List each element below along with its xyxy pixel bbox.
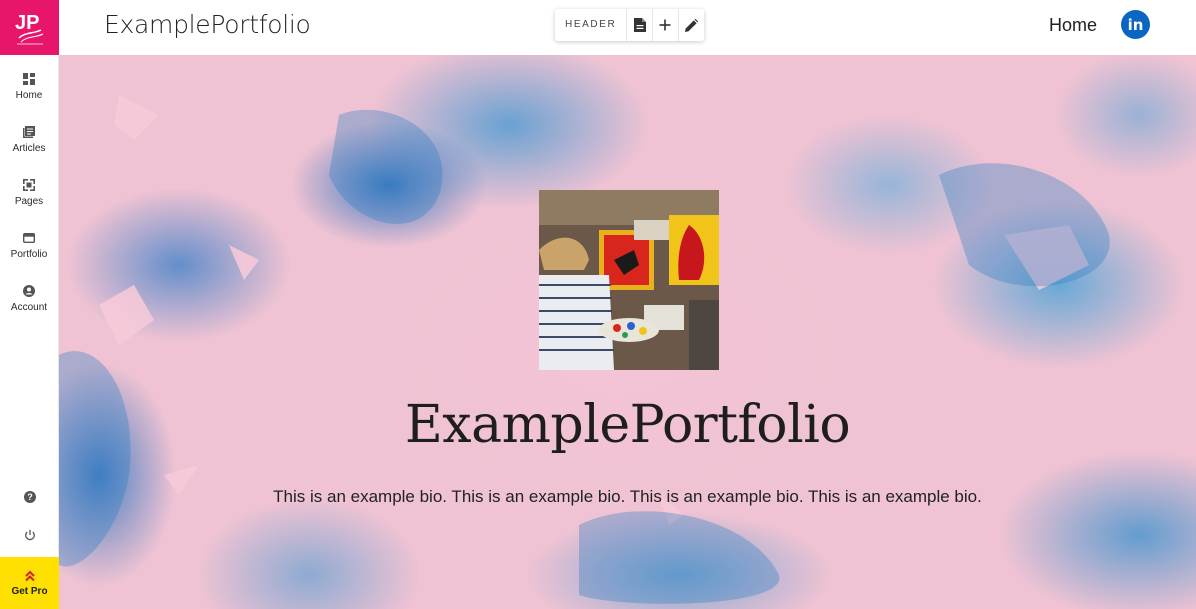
- sidebar-item-portfolio[interactable]: Portfolio: [0, 223, 58, 276]
- pages-icon: [23, 179, 35, 191]
- help-button[interactable]: ?: [0, 478, 59, 516]
- site-header: ExamplePortfolio HEADER Home in: [59, 0, 1196, 55]
- power-icon: [24, 529, 35, 541]
- jp-logo-icon: JP: [15, 12, 43, 44]
- sidebar: JP Home Articles Pages Portfolio Account…: [0, 0, 59, 609]
- sidebar-item-label: Pages: [14, 196, 44, 207]
- toolbar-label: HEADER: [555, 9, 628, 41]
- account-icon: [23, 285, 35, 297]
- sidebar-item-label: Home: [15, 90, 43, 101]
- sidebar-bottom: ? Get Pro: [0, 478, 59, 609]
- hero-bio: This is an example bio. This is an examp…: [273, 487, 982, 506]
- svg-text:?: ?: [27, 492, 33, 502]
- articles-icon: [23, 126, 35, 138]
- help-icon: ?: [23, 491, 36, 503]
- sidebar-item-home[interactable]: Home: [0, 64, 58, 117]
- get-pro-label: Get Pro: [11, 585, 48, 597]
- double-chevron-up-icon: [24, 570, 35, 581]
- painter-photo: [539, 190, 719, 370]
- logout-button[interactable]: [0, 516, 59, 554]
- logo[interactable]: JP: [0, 0, 59, 55]
- nav-link-home[interactable]: Home: [1049, 15, 1097, 36]
- get-pro-button[interactable]: Get Pro: [0, 557, 59, 609]
- sidebar-item-label: Articles: [12, 143, 46, 154]
- pencil-icon: [684, 18, 698, 32]
- sidebar-item-label: Portfolio: [10, 249, 48, 260]
- svg-text:JP: JP: [15, 12, 39, 34]
- hero-title: ExamplePortfolio: [404, 395, 851, 455]
- plus-icon: [659, 19, 671, 31]
- site-title[interactable]: ExamplePortfolio: [104, 10, 311, 39]
- header-section-toolbar: HEADER: [555, 9, 704, 41]
- add-button[interactable]: [653, 9, 679, 41]
- document-icon: [633, 18, 646, 32]
- edit-button[interactable]: [679, 9, 705, 41]
- dashboard-grid-icon: [23, 73, 35, 85]
- hero-profile-image: [539, 190, 719, 370]
- sidebar-item-pages[interactable]: Pages: [0, 170, 58, 223]
- document-button[interactable]: [627, 9, 653, 41]
- sidebar-item-account[interactable]: Account: [0, 276, 58, 329]
- hero-section: ExamplePortfolio This is an example bio.…: [59, 55, 1196, 609]
- portfolio-icon: [23, 233, 35, 243]
- linkedin-icon[interactable]: in: [1121, 10, 1150, 39]
- sidebar-item-articles[interactable]: Articles: [0, 117, 58, 170]
- sidebar-item-label: Account: [10, 302, 48, 313]
